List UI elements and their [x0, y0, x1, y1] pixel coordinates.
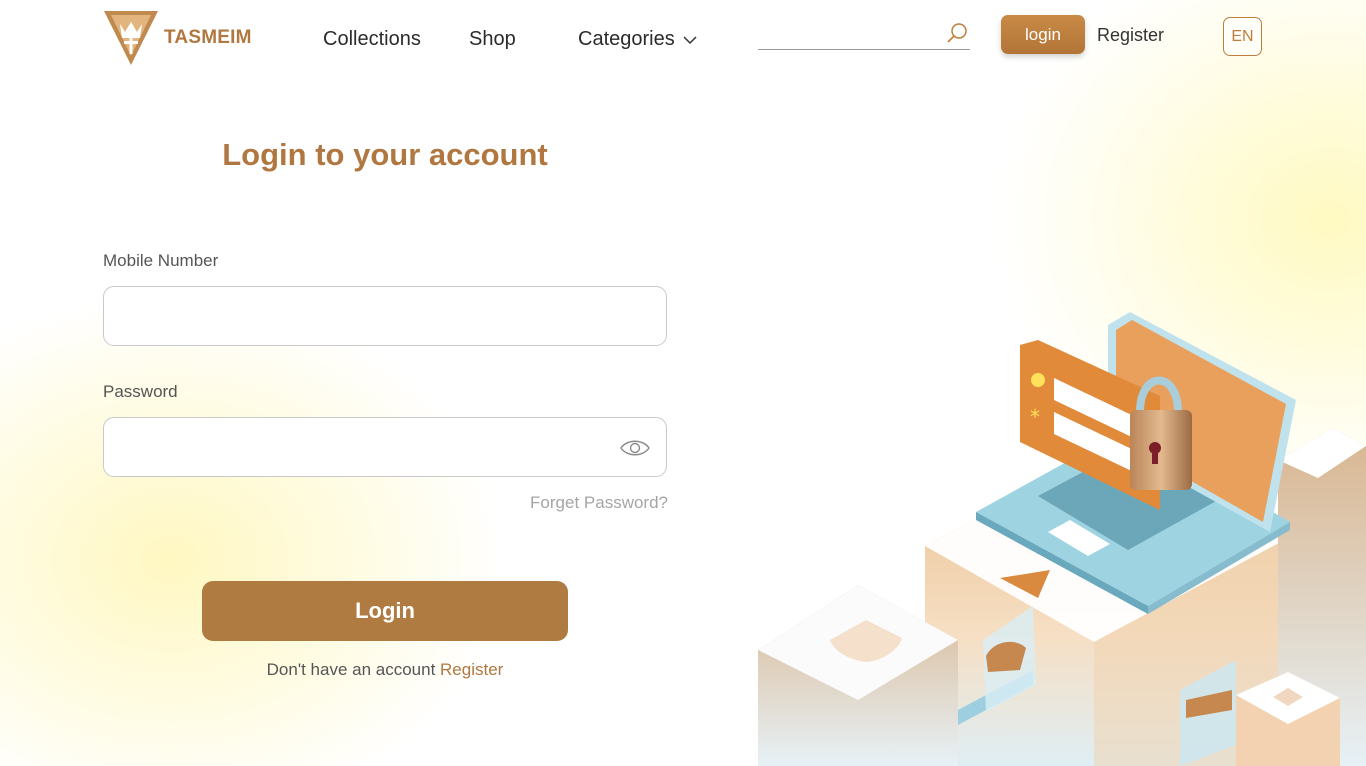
nav-categories[interactable]: Categories [578, 28, 697, 51]
nav-categories-label: Categories [578, 28, 675, 50]
mobile-number-label: Mobile Number [103, 251, 219, 270]
signup-register-link[interactable]: Register [440, 660, 503, 679]
eye-icon[interactable] [620, 436, 650, 460]
signup-prompt-text: Don't have an account [266, 660, 436, 679]
page-title: Login to your account [222, 137, 548, 172]
brand-name: TASMEIM [164, 27, 252, 48]
search-input[interactable] [758, 20, 938, 48]
search-icon[interactable] [946, 21, 970, 45]
login-submit-button[interactable]: Login [202, 581, 568, 641]
nav-collections[interactable]: Collections [323, 28, 421, 51]
language-switch[interactable]: EN [1223, 17, 1262, 56]
crown-shield-logo-icon [104, 11, 158, 65]
security-laptop-illustration: * [758, 312, 1366, 766]
signup-prompt-row: Don't have an account Register [103, 660, 667, 680]
password-input[interactable] [104, 418, 666, 476]
brand-logo[interactable]: TASMEIM [103, 10, 252, 66]
header-login-button[interactable]: login [1001, 15, 1085, 54]
search-bar [758, 20, 970, 50]
forgot-password-link[interactable]: Forget Password? [530, 493, 668, 513]
nav-shop[interactable]: Shop [469, 28, 516, 51]
password-field-wrapper [103, 417, 667, 477]
password-label: Password [103, 382, 178, 401]
mobile-number-field-wrapper [103, 286, 667, 346]
chevron-down-icon [683, 35, 697, 44]
svg-text:*: * [1030, 405, 1040, 429]
header-register-link[interactable]: Register [1097, 25, 1164, 46]
mobile-number-input[interactable] [104, 287, 666, 345]
